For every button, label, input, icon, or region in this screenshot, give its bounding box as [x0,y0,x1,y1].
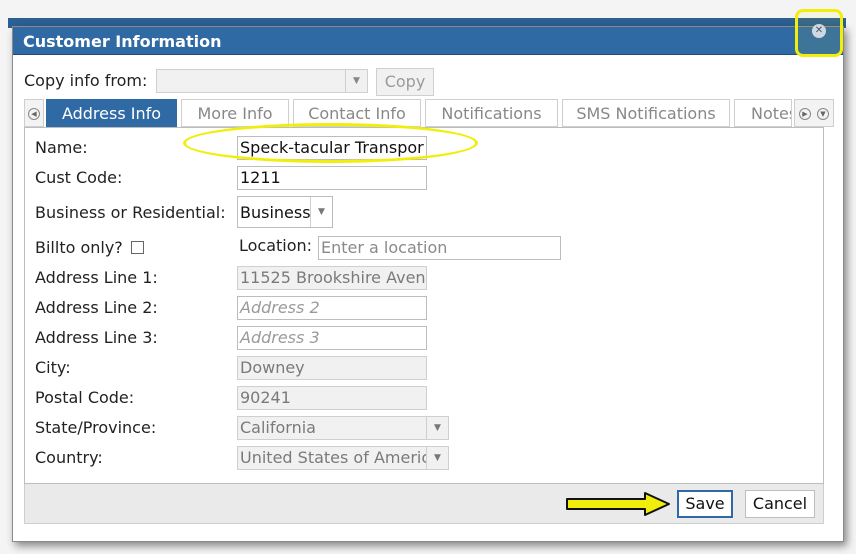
cust-code-field[interactable]: 1211 [237,166,427,190]
tab-address-info[interactable]: Address Info [46,99,177,127]
location-label: Location: [239,236,313,255]
business-residential-label: Business or Residential: [35,203,226,222]
address-line-2-label: Address Line 2: [35,298,158,317]
chevron-down-icon: ▼ [345,70,367,92]
arrow-right-icon [566,492,670,516]
address-line-1-label: Address Line 1: [35,268,158,287]
cust-code-label: Cust Code: [35,168,123,187]
dialog-titlebar: Customer Information [13,27,843,55]
save-button[interactable]: Save [677,490,733,518]
location-input[interactable]: Enter a location [318,236,561,260]
copy-info-select[interactable]: ▼ [156,69,368,93]
city-label: City: [35,358,71,377]
copy-button[interactable]: Copy [376,68,434,96]
tab-notes[interactable]: Notes [734,99,792,127]
tab-scroll-right-button[interactable]: ▶ ▼ [794,99,834,127]
tab-notifications[interactable]: Notifications [425,99,558,127]
billto-only-label: Billto only? [35,238,123,257]
tab-strip: ◀ Address Info More Info Contact Info No… [24,99,834,127]
country-select[interactable]: United States of Americ ▼ [237,446,449,470]
address-info-panel: Name: Speck-tacular Transpor Cust Code: … [24,127,824,484]
state-province-select[interactable]: California ▼ [237,416,449,440]
copy-info-label: Copy info from: [24,71,148,90]
postal-code-label: Postal Code: [35,388,135,407]
business-residential-select[interactable]: Business ▼ [237,196,333,228]
chevron-down-icon: ▼ [426,417,448,439]
name-highlight-ellipse [183,123,478,163]
address-line-3-field[interactable]: Address 3 [237,326,427,350]
billto-only-checkbox[interactable] [131,241,144,254]
address-line-2-field[interactable]: Address 2 [237,296,427,320]
chevron-down-icon: ▼ [817,108,829,120]
tab-sms-notifications[interactable]: SMS Notifications [562,99,730,127]
address-line-3-label: Address Line 3: [35,328,158,347]
country-label: Country: [35,448,103,467]
close-highlight: ✕ [795,9,843,57]
state-province-label: State/Province: [35,418,157,437]
dialog-title: Customer Information [23,32,222,51]
customer-information-dialog: Customer Information ✕ Copy info from: ▼… [12,9,844,542]
state-province-value: California [240,418,316,437]
name-label: Name: [35,138,88,157]
cancel-button[interactable]: Cancel [745,490,815,518]
dialog-footer: Save Cancel [24,484,824,524]
business-residential-value: Business [240,203,311,222]
close-icon[interactable]: ✕ [812,24,826,38]
chevron-right-icon: ▶ [799,108,811,120]
country-value: United States of Americ [240,448,431,467]
chevron-down-icon: ▼ [426,447,448,469]
tab-more-info[interactable]: More Info [181,99,289,127]
chevron-left-icon: ◀ [28,108,40,120]
postal-code-field[interactable]: 90241 [237,386,427,410]
city-field[interactable]: Downey [237,356,427,380]
chevron-down-icon: ▼ [310,197,332,227]
tab-scroll-left-button[interactable]: ◀ [24,99,44,127]
address-line-1-field[interactable]: 11525 Brookshire Aven [237,266,427,290]
